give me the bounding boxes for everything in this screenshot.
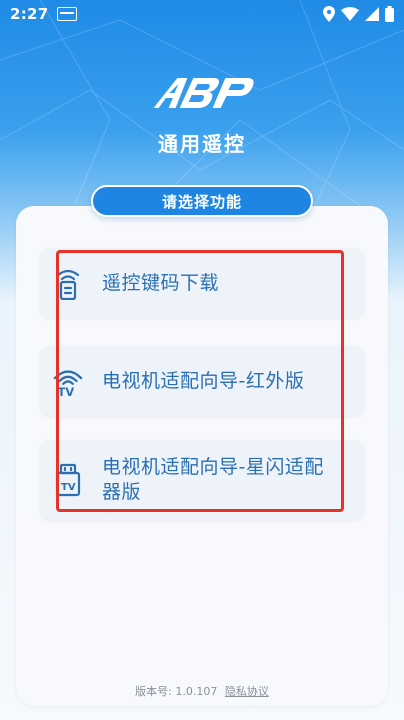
menu-item-tv-infrared-wizard[interactable]: TV 电视机适配向导-红外版 (40, 346, 364, 416)
page-title: 通用遥控 (158, 132, 246, 156)
notification-icon (56, 7, 77, 21)
svg-text:TV: TV (61, 482, 76, 493)
battery-icon (385, 6, 394, 22)
status-bar: 2:27 (0, 0, 404, 28)
status-icons (323, 6, 394, 22)
signal-icon (365, 7, 379, 21)
privacy-policy-link[interactable]: 隐私协议 (225, 685, 269, 698)
location-icon (323, 6, 335, 22)
status-time: 2:27 (10, 5, 49, 23)
svg-text:TV: TV (58, 386, 75, 398)
tv-infrared-icon: TV (52, 364, 84, 398)
tv-adapter-icon: TV (52, 463, 84, 497)
wifi-icon (341, 7, 359, 21)
menu-item-label: 电视机适配向导-星闪适配器版 (102, 456, 324, 503)
menu-item-label: 遥控键码下载 (102, 271, 220, 294)
remote-wifi-icon (52, 266, 84, 300)
footer: 版本号: 1.0.107 隐私协议 (0, 683, 404, 699)
menu-item-tv-nearlink-adapter-wizard[interactable]: TV 电视机适配向导-星闪适配器版 (40, 440, 364, 520)
menu-item-label: 电视机适配向导-红外版 (102, 369, 305, 392)
section-title-pill: 请选择功能 (91, 185, 313, 217)
menu-item-remote-code-download[interactable]: 遥控键码下载 (40, 248, 364, 318)
abp-logo (153, 78, 254, 108)
version-text: 版本号: 1.0.107 (135, 685, 218, 698)
